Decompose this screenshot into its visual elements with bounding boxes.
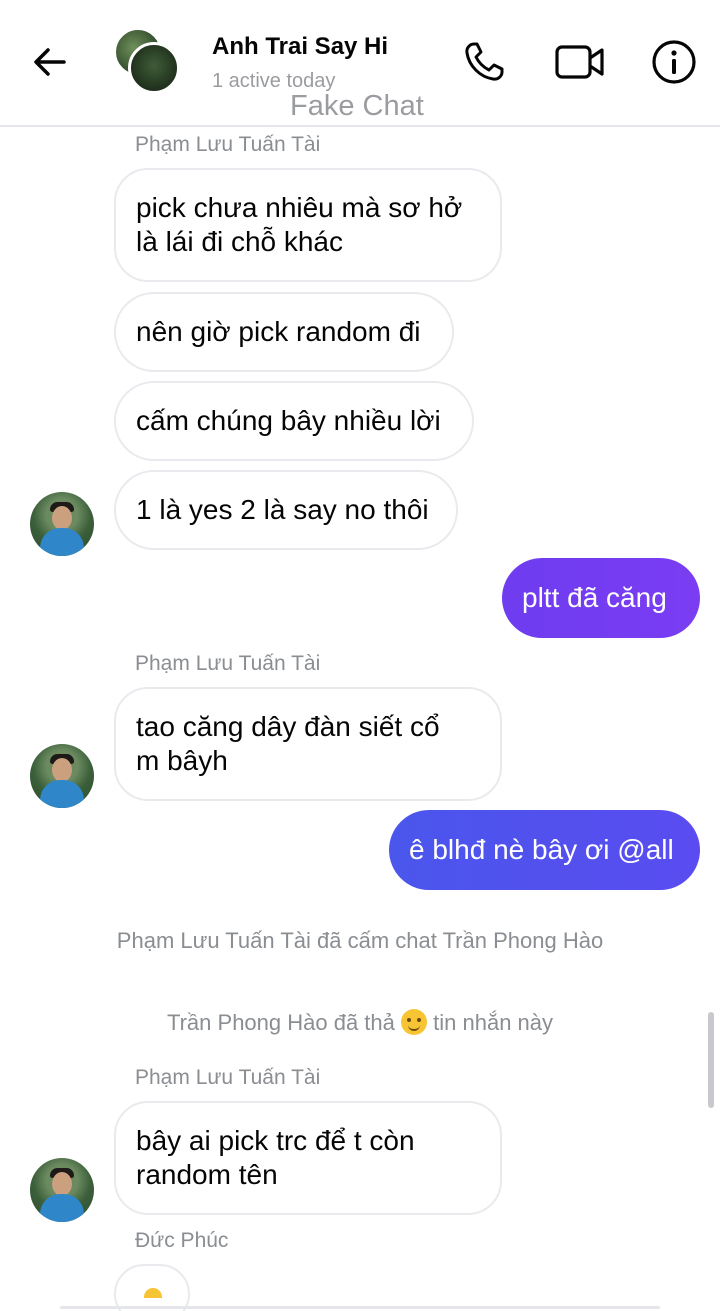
video-camera-icon[interactable] (554, 38, 604, 86)
outgoing-message[interactable]: ê blhđ nè bây ơi @all (389, 810, 700, 890)
member-avatar (128, 42, 180, 94)
incoming-message[interactable]: nên giờ pick random đi (114, 292, 454, 372)
avatar[interactable] (30, 492, 94, 556)
watermark-text: Fake Chat (290, 90, 424, 122)
reaction-notice-text: tin nhắn này (433, 1010, 554, 1035)
chat-title[interactable]: Anh Trai Say Hi (212, 33, 388, 61)
system-notice: Phạm Lưu Tuấn Tài đã cấm chat Trần Phong… (116, 928, 604, 953)
back-arrow-icon[interactable] (30, 42, 70, 82)
incoming-message[interactable]: 1 là yes 2 là say no thôi (114, 470, 458, 550)
incoming-message[interactable]: tao căng dây đàn siết cổ m bâyh (114, 687, 502, 801)
sender-name: Phạm Lưu Tuấn Tài (135, 133, 321, 156)
outgoing-message[interactable]: pltt đã căng (502, 558, 700, 638)
composer-top-border (60, 1306, 660, 1309)
sender-name: Phạm Lưu Tuấn Tài (135, 652, 321, 675)
chat-header: Anh Trai Say Hi 1 active today Fake Chat (0, 0, 720, 127)
avatar[interactable] (30, 1158, 94, 1222)
group-avatar[interactable] (114, 28, 182, 96)
avatar[interactable] (30, 744, 94, 808)
smiling-face-icon (401, 1009, 428, 1035)
reaction-notice-text: Trần Phong Hào đã thả (166, 1010, 395, 1035)
incoming-message[interactable]: bây ai pick trc để t còn random tên (114, 1101, 502, 1215)
incoming-message[interactable]: cấm chúng bây nhiều lời (114, 381, 474, 461)
sender-name: Đức Phúc (135, 1229, 229, 1252)
sender-name: Phạm Lưu Tuấn Tài (135, 1066, 321, 1089)
scrollbar[interactable] (708, 1012, 714, 1108)
phone-icon[interactable] (460, 38, 508, 86)
reaction-notice: Trần Phong Hào đã thả tin nhắn này (0, 1009, 720, 1036)
info-icon[interactable] (650, 38, 698, 86)
incoming-message[interactable]: pick chưa nhiêu mà sơ hở là lái đi chỗ k… (114, 168, 502, 282)
